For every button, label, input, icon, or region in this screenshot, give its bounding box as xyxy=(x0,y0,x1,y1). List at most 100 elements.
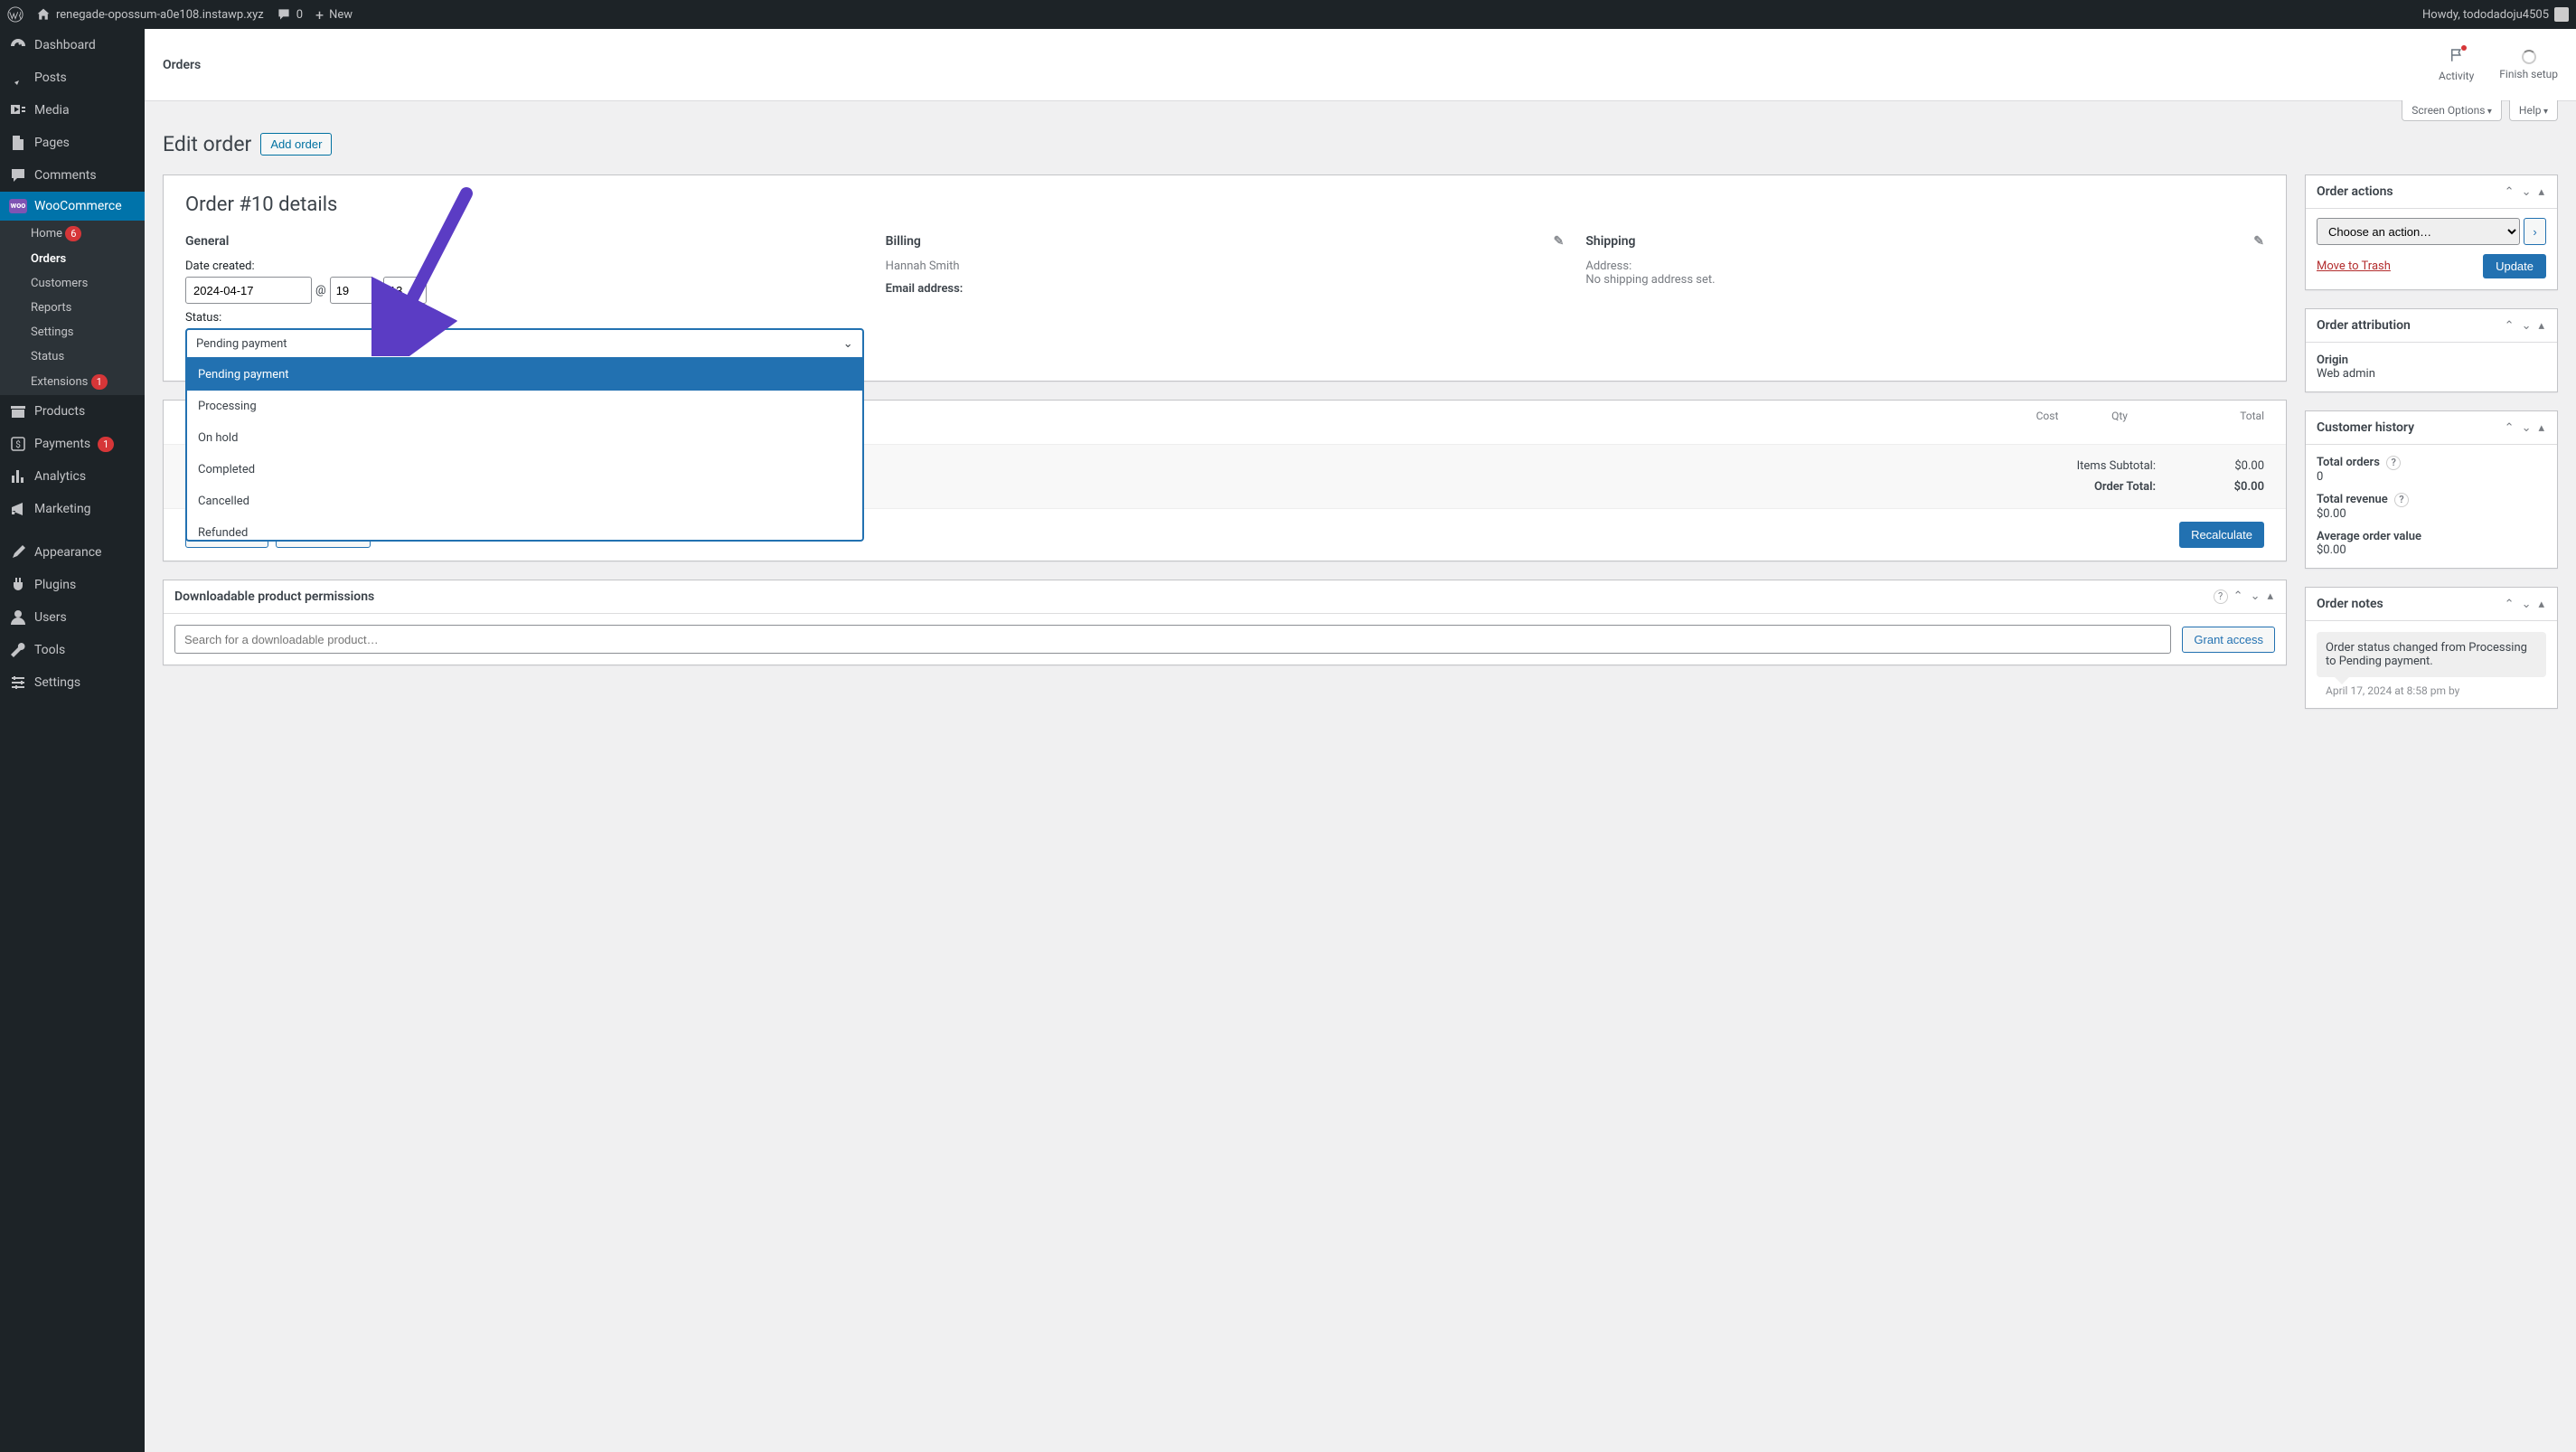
menu-woocommerce[interactable]: woo WooCommerce xyxy=(0,192,145,221)
status-option-processing[interactable]: Processing xyxy=(187,391,862,422)
admin-bar: renegade-opossum-a0e108.instawp.xyz 0 + … xyxy=(0,0,2576,29)
move-up-icon[interactable]: ⌃ xyxy=(2503,319,2516,333)
move-down-icon[interactable]: ⌄ xyxy=(2520,421,2534,435)
move-to-trash-link[interactable]: Move to Trash xyxy=(2317,259,2391,273)
status-option-onhold[interactable]: On hold xyxy=(187,422,862,454)
menu-tools[interactable]: Tools xyxy=(0,634,145,666)
svg-text:$: $ xyxy=(15,438,21,450)
billing-heading: Billing xyxy=(886,234,921,249)
order-details-title: Order #10 details xyxy=(164,175,2286,216)
move-down-icon[interactable]: ⌄ xyxy=(2520,319,2534,333)
move-up-icon[interactable]: ⌃ xyxy=(2503,421,2516,435)
menu-plugins[interactable]: Plugins xyxy=(0,569,145,601)
apply-action-button[interactable]: › xyxy=(2524,218,2546,245)
avg-order-label: Average order value xyxy=(2317,530,2546,543)
megaphone-icon xyxy=(9,500,27,518)
header-title: Orders xyxy=(163,58,201,72)
dollar-icon: $ xyxy=(9,435,27,453)
submenu-settings[interactable]: Settings xyxy=(0,320,145,344)
menu-marketing[interactable]: Marketing xyxy=(0,493,145,525)
menu-payments[interactable]: $ Payments 1 xyxy=(0,428,145,460)
move-down-icon[interactable]: ⌄ xyxy=(2520,185,2534,199)
grant-access-button[interactable]: Grant access xyxy=(2182,627,2275,653)
media-icon xyxy=(9,101,27,119)
menu-media[interactable]: Media xyxy=(0,94,145,127)
move-down-icon[interactable]: ⌄ xyxy=(2520,598,2534,611)
edit-billing-icon[interactable]: ✎ xyxy=(1554,234,1565,249)
menu-comments[interactable]: Comments xyxy=(0,159,145,192)
submenu-status[interactable]: Status xyxy=(0,344,145,369)
toggle-icon[interactable]: ▴ xyxy=(2265,589,2275,604)
wp-logo[interactable] xyxy=(7,6,24,23)
menu-analytics[interactable]: Analytics xyxy=(0,460,145,493)
menu-dashboard[interactable]: Dashboard xyxy=(0,29,145,61)
toggle-icon[interactable]: ▴ xyxy=(2536,421,2546,435)
site-home-link[interactable]: renegade-opossum-a0e108.instawp.xyz xyxy=(36,7,264,22)
plug-icon xyxy=(9,576,27,594)
help-icon[interactable]: ? xyxy=(2214,589,2228,604)
wrench-icon xyxy=(9,641,27,659)
help-icon[interactable]: ? xyxy=(2386,456,2401,470)
new-label: New xyxy=(329,8,353,22)
minute-input[interactable] xyxy=(383,277,427,304)
status-option-completed[interactable]: Completed xyxy=(187,454,862,486)
submenu-home[interactable]: Home 6 xyxy=(0,221,145,247)
activity-button[interactable]: Activity xyxy=(2439,47,2474,82)
page-icon xyxy=(9,134,27,152)
add-order-button[interactable]: Add order xyxy=(260,133,332,156)
admin-sidebar: Dashboard Posts Media Pages Comments woo… xyxy=(0,29,145,1452)
menu-settings[interactable]: Settings xyxy=(0,666,145,699)
status-select[interactable]: Pending payment ⌄ xyxy=(185,328,864,359)
menu-appearance[interactable]: Appearance xyxy=(0,536,145,569)
comments-link[interactable]: 0 xyxy=(277,7,303,22)
shipping-column: Shipping ✎ Address: No shipping address … xyxy=(1585,234,2264,359)
submenu-reports[interactable]: Reports xyxy=(0,296,145,320)
submenu-customers[interactable]: Customers xyxy=(0,271,145,296)
billing-name: Hannah Smith xyxy=(886,259,1565,273)
help-tab[interactable]: Help xyxy=(2509,100,2558,121)
payments-badge: 1 xyxy=(98,437,114,452)
woocommerce-submenu: Home 6 Orders Customers Reports Settings… xyxy=(0,221,145,395)
update-button[interactable]: Update xyxy=(2483,254,2546,278)
toggle-icon[interactable]: ▴ xyxy=(2536,185,2546,199)
toggle-icon[interactable]: ▴ xyxy=(2536,319,2546,333)
shipping-heading: Shipping xyxy=(1585,234,1635,249)
hour-input[interactable] xyxy=(330,277,373,304)
recalculate-button[interactable]: Recalculate xyxy=(2179,522,2264,548)
toggle-icon[interactable]: ▴ xyxy=(2536,598,2546,611)
move-up-icon[interactable]: ⌃ xyxy=(2503,598,2516,611)
finish-setup-button[interactable]: Finish setup xyxy=(2499,50,2558,80)
edit-shipping-icon[interactable]: ✎ xyxy=(2253,234,2264,249)
qty-col-label: Qty xyxy=(2083,410,2156,422)
submenu-orders[interactable]: Orders xyxy=(0,247,145,271)
order-note: Order status changed from Processing to … xyxy=(2317,632,2546,677)
status-option-cancelled[interactable]: Cancelled xyxy=(187,486,862,517)
search-downloadable-input[interactable] xyxy=(174,625,2171,654)
chevron-down-icon: ⌄ xyxy=(843,337,853,351)
email-label: Email address: xyxy=(886,282,1565,296)
address-value: No shipping address set. xyxy=(1585,273,2264,287)
order-attribution-title: Order attribution xyxy=(2317,318,2411,333)
date-input[interactable] xyxy=(185,277,312,304)
status-option-pending[interactable]: Pending payment xyxy=(187,359,862,391)
menu-posts[interactable]: Posts xyxy=(0,61,145,94)
order-details-box: Order #10 details General Date created: xyxy=(163,174,2287,382)
menu-pages[interactable]: Pages xyxy=(0,127,145,159)
new-content-link[interactable]: + New xyxy=(315,6,353,24)
menu-users[interactable]: Users xyxy=(0,601,145,634)
downloadable-box: Downloadable product permissions ? ⌃ ⌄ ▴… xyxy=(163,580,2287,665)
screen-options-tab[interactable]: Screen Options xyxy=(2402,100,2502,121)
archive-icon xyxy=(9,402,27,420)
submenu-extensions[interactable]: Extensions 1 xyxy=(0,369,145,395)
avg-order-value: $0.00 xyxy=(2317,543,2546,557)
help-icon[interactable]: ? xyxy=(2394,493,2409,507)
move-down-icon[interactable]: ⌄ xyxy=(2249,589,2262,604)
order-action-select[interactable]: Choose an action… xyxy=(2317,218,2520,245)
order-attribution-box: Order attribution ⌃ ⌄ ▴ Origin Web admin xyxy=(2305,308,2558,392)
move-up-icon[interactable]: ⌃ xyxy=(2503,185,2516,199)
howdy-account[interactable]: Howdy, tododadoju4505 xyxy=(2422,7,2569,22)
move-up-icon[interactable]: ⌃ xyxy=(2232,589,2245,604)
status-option-refunded[interactable]: Refunded xyxy=(187,517,862,540)
howdy-text: Howdy, tododadoju4505 xyxy=(2422,8,2549,22)
menu-products[interactable]: Products xyxy=(0,395,145,428)
